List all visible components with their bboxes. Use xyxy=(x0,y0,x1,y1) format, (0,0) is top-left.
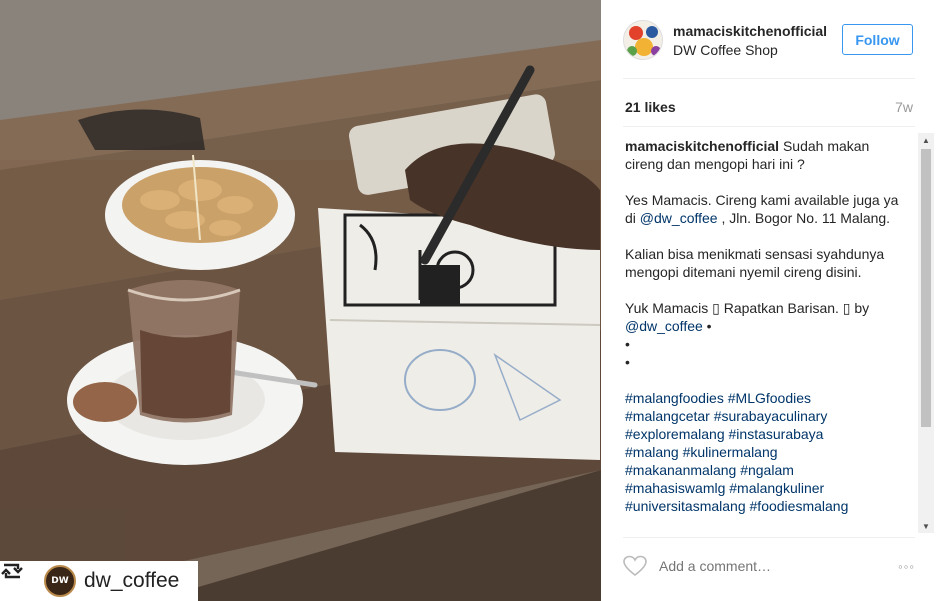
heart-outline-icon[interactable] xyxy=(623,555,647,577)
header-divider xyxy=(623,78,915,79)
caption-paragraph-4: Yuk Mamacis ▯ Rapatkan Barisan. ▯ by @dw… xyxy=(625,299,905,371)
hashtag-link[interactable]: #mahasiswamlg xyxy=(625,480,725,496)
photo-illustration xyxy=(0,0,601,601)
scroll-up-arrow-icon[interactable]: ▲ xyxy=(918,133,934,147)
header-text: mamaciskitchenofficial DW Coffee Shop xyxy=(673,22,835,59)
hashtag-link[interactable]: #surabayaculinary xyxy=(714,408,828,424)
caption-text-4b: • xyxy=(702,318,712,334)
hashtag-link[interactable]: #malangkuliner xyxy=(729,480,824,496)
caption-paragraph-2: Yes Mamacis. Cireng kami available juga … xyxy=(625,191,905,227)
hashtags: #malangfoodies #MLGfoodies #malangcetar … xyxy=(625,389,905,515)
repost-icon xyxy=(1,563,36,592)
comment-row: ◦◦◦ xyxy=(623,546,915,586)
profile-avatar[interactable] xyxy=(623,20,663,60)
caption-author[interactable]: mamaciskitchenofficial xyxy=(625,138,779,154)
repost-username[interactable]: dw_coffee xyxy=(84,569,179,593)
caption-paragraph-3: Kalian bisa menikmati sensasi syahdunya … xyxy=(625,246,885,280)
repost-badge[interactable]: DW dw_coffee xyxy=(0,561,198,601)
mention-link-2[interactable]: @dw_coffee xyxy=(625,318,703,334)
post-username[interactable]: mamaciskitchenofficial xyxy=(673,22,835,40)
hashtag-link[interactable]: #makananmalang xyxy=(625,462,736,478)
likes-row: 21 likes 7w xyxy=(625,98,913,116)
caption-scroll-area[interactable]: mamaciskitchenofficial Sudah makan ciren… xyxy=(625,137,917,533)
caption-dot: • xyxy=(625,336,630,352)
hashtag-link[interactable]: #exploremalang xyxy=(625,426,725,442)
post-sidebar: mamaciskitchenofficial DW Coffee Shop Fo… xyxy=(601,0,938,601)
likes-divider xyxy=(623,126,915,127)
more-options-icon[interactable]: ◦◦◦ xyxy=(898,559,915,574)
hashtag-link[interactable]: #malangfoodies xyxy=(625,390,724,406)
post-age[interactable]: 7w xyxy=(895,99,913,115)
post-header: mamaciskitchenofficial DW Coffee Shop Fo… xyxy=(623,17,915,63)
repost-avatar[interactable]: DW xyxy=(44,565,76,597)
post-photo[interactable]: DW dw_coffee xyxy=(0,0,601,601)
caption-text-2b: , Jln. Bogor No. 11 Malang. xyxy=(717,210,891,226)
avatar-image xyxy=(624,21,662,59)
likes-count[interactable]: 21 likes xyxy=(625,99,676,115)
hashtag-link[interactable]: #universitasmalang xyxy=(625,498,746,514)
hashtag-link[interactable]: #malang xyxy=(625,444,679,460)
caption-scrollbar[interactable]: ▲ ▼ xyxy=(918,133,934,533)
hashtag-link[interactable]: #MLGfoodies xyxy=(728,390,811,406)
caption-dot: • xyxy=(625,354,630,370)
scroll-down-arrow-icon[interactable]: ▼ xyxy=(918,519,934,533)
caption-paragraph-1: mamaciskitchenofficial Sudah makan ciren… xyxy=(625,137,905,173)
comment-divider xyxy=(623,537,915,538)
caption: mamaciskitchenofficial Sudah makan ciren… xyxy=(625,137,905,515)
post-location[interactable]: DW Coffee Shop xyxy=(673,41,835,59)
scrollbar-thumb[interactable] xyxy=(921,149,931,427)
hashtag-link[interactable]: #instasurabaya xyxy=(729,426,824,442)
caption-text-4a: Yuk Mamacis ▯ Rapatkan Barisan. ▯ by xyxy=(625,300,870,316)
hashtag-link[interactable]: #foodiesmalang xyxy=(750,498,849,514)
follow-button[interactable]: Follow xyxy=(842,24,913,55)
hashtag-link[interactable]: #kulinermalang xyxy=(683,444,778,460)
comment-input[interactable] xyxy=(659,558,879,574)
hashtag-link[interactable]: #malangcetar xyxy=(625,408,710,424)
mention-link[interactable]: @dw_coffee xyxy=(640,210,718,226)
hashtag-link[interactable]: #ngalam xyxy=(740,462,794,478)
